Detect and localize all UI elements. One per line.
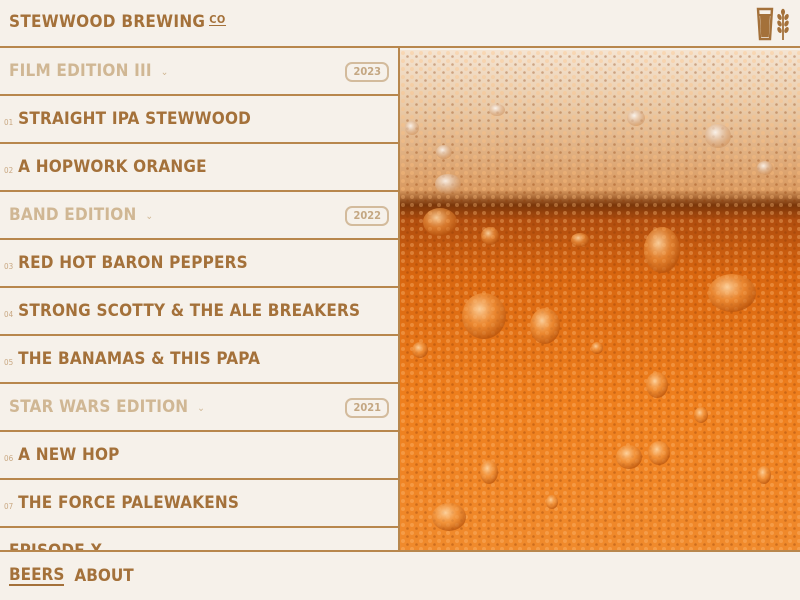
item-number: 03 bbox=[4, 261, 14, 271]
item-number: 01 bbox=[4, 117, 14, 127]
item-title: A HOPWORK ORANGE bbox=[18, 157, 207, 177]
item-title: THE BANAMAS & THIS PAPA bbox=[18, 349, 261, 369]
nav-beers-link[interactable]: BEERS bbox=[9, 566, 65, 586]
header: STEWWOOD BREWING CO bbox=[0, 0, 800, 48]
section-header[interactable]: STAR WARS EDITION ⌄ 2021 bbox=[0, 384, 398, 432]
brand-name: STEWWOOD BREWING bbox=[9, 12, 206, 32]
beer-photo bbox=[400, 50, 800, 550]
item-number: 05 bbox=[4, 357, 14, 367]
chevron-down-icon: ⌄ bbox=[197, 402, 205, 414]
section-header[interactable]: BAND EDITION ⌄ 2022 bbox=[0, 192, 398, 240]
chevron-down-icon: ⌄ bbox=[145, 210, 154, 222]
beer-item[interactable]: EPISODE X bbox=[0, 528, 398, 550]
item-number: 02 bbox=[4, 165, 14, 175]
beer-item[interactable]: 02 A HOPWORK ORANGE bbox=[0, 144, 398, 192]
beer-item[interactable]: 06 A NEW HOP bbox=[0, 432, 398, 480]
chevron-down-icon: ⌄ bbox=[160, 66, 169, 78]
item-title: STRAIGHT IPA STEWWOOD bbox=[18, 109, 252, 129]
year-badge: 2022 bbox=[345, 206, 389, 226]
year-badge: 2021 bbox=[345, 398, 389, 418]
section-title: BAND EDITION bbox=[9, 205, 137, 225]
item-title: THE FORCE PALEWAKENS bbox=[18, 493, 240, 513]
beer-list[interactable]: FILM EDITION III ⌄ 2023 01 STRAIGHT IPA … bbox=[0, 48, 400, 550]
item-title: A NEW HOP bbox=[18, 445, 120, 465]
item-number: 06 bbox=[4, 453, 14, 463]
nav-about-link[interactable]: ABOUT bbox=[74, 566, 133, 586]
beer-item[interactable]: 03 RED HOT BARON PEPPERS bbox=[0, 240, 398, 288]
beer-item[interactable]: 01 STRAIGHT IPA STEWWOOD bbox=[0, 96, 398, 144]
brand-logo-text[interactable]: STEWWOOD BREWING CO bbox=[9, 12, 226, 32]
item-number: 07 bbox=[4, 501, 14, 511]
item-number: 04 bbox=[4, 309, 14, 319]
beer-bubbles-image bbox=[400, 50, 800, 550]
beer-glass-wheat-icon[interactable] bbox=[756, 6, 792, 42]
footer-nav: BEERS ABOUT bbox=[0, 550, 800, 600]
year-badge: 2023 bbox=[345, 62, 389, 82]
beer-item[interactable]: 05 THE BANAMAS & THIS PAPA bbox=[0, 336, 398, 384]
section-header[interactable]: FILM EDITION III ⌄ 2023 bbox=[0, 48, 398, 96]
beer-item[interactable]: 07 THE FORCE PALEWAKENS bbox=[0, 480, 398, 528]
section-title: FILM EDITION III bbox=[9, 61, 152, 81]
brand-suffix: CO bbox=[209, 13, 226, 26]
item-title: STRONG SCOTTY & THE ALE BREAKERS bbox=[18, 301, 361, 321]
beer-item[interactable]: 04 STRONG SCOTTY & THE ALE BREAKERS bbox=[0, 288, 398, 336]
item-title: EPISODE X bbox=[9, 541, 102, 550]
section-title: STAR WARS EDITION bbox=[9, 397, 189, 417]
item-title: RED HOT BARON PEPPERS bbox=[18, 253, 248, 273]
